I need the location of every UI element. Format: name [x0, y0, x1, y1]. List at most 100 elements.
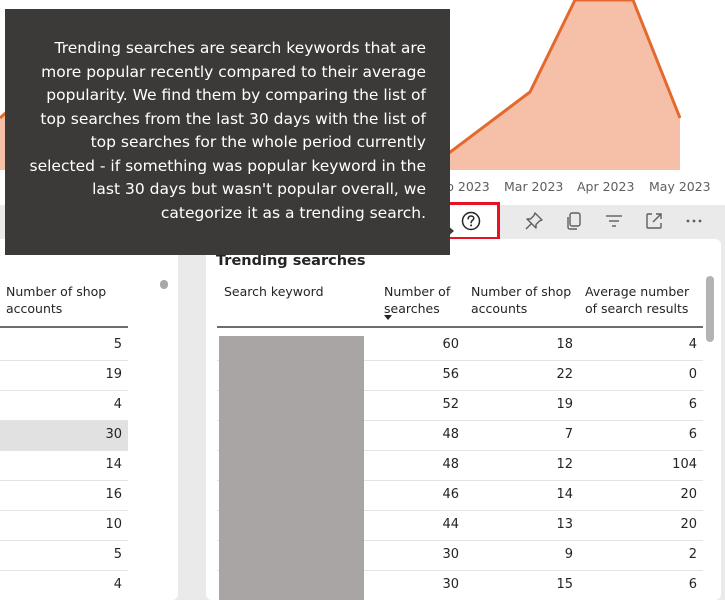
left-table-card: Number of shop accounts 5 19 4 30 14 16 10 5 4: [0, 239, 178, 600]
number-of-shop-accounts-cell-value: 22: [556, 367, 573, 382]
tooltip-pointer: [446, 224, 454, 238]
shop-accounts-cell: 30: [105, 427, 122, 442]
number-of-searches-cell-value: 46: [442, 487, 459, 502]
shop-accounts-cell: 19: [105, 367, 122, 382]
x-tick-partial-left: u: [0, 179, 1, 194]
number-of-searches-cell-value: 52: [442, 397, 459, 412]
table-row[interactable]: 4: [0, 571, 128, 600]
copy-icon: [567, 212, 581, 230]
x-tick-may: May 2023: [649, 179, 711, 194]
number-of-shop-accounts-cell-value: 13: [556, 517, 573, 532]
x-tick-partial: p 2023: [446, 179, 490, 194]
number-of-shop-accounts-cell: 18: [465, 331, 579, 361]
number-of-searches-cell: 48: [372, 451, 465, 481]
table-row[interactable]: 10: [0, 511, 128, 541]
filter-button[interactable]: [594, 205, 634, 237]
number-of-searches-cell-value: 48: [442, 427, 459, 442]
table-row[interactable]: 16: [0, 481, 128, 511]
average-search-results-cell-value: 0: [688, 367, 697, 382]
average-search-results-cell: 6: [579, 391, 703, 421]
number-of-shop-accounts-cell-value: 9: [564, 547, 573, 562]
average-search-results-cell: 0: [579, 361, 703, 391]
average-search-results-cell: 6: [579, 571, 703, 600]
shop-accounts-cell: 4: [113, 577, 122, 592]
column-header-search-keyword[interactable]: Search keyword: [224, 283, 374, 300]
visual-header-toolbar: [442, 202, 714, 240]
number-of-shop-accounts-cell-value: 15: [556, 577, 573, 592]
number-of-searches-cell-value: 44: [442, 517, 459, 532]
number-of-searches-cell-value: 30: [442, 577, 459, 592]
header-divider: [0, 326, 128, 328]
more-options-button[interactable]: [674, 205, 714, 237]
number-of-shop-accounts-cell: 14: [465, 481, 579, 511]
filter-icon: [606, 215, 622, 227]
column-header-shop-accounts[interactable]: Number of shop accounts: [6, 283, 128, 317]
number-of-searches-cell: 56: [372, 361, 465, 391]
number-of-searches-cell-value: 56: [442, 367, 459, 382]
number-of-searches-cell: 46: [372, 481, 465, 511]
number-of-shop-accounts-cell-value: 12: [556, 457, 573, 472]
table-row[interactable]: 5: [0, 331, 128, 361]
x-tick-mar: Mar 2023: [504, 179, 564, 194]
number-of-shop-accounts-cell: 7: [465, 421, 579, 451]
number-of-shop-accounts-cell: 13: [465, 511, 579, 541]
x-tick-apr: Apr 2023: [577, 179, 635, 194]
column-header-number-of-searches[interactable]: Number of searches: [384, 283, 462, 317]
table-row[interactable]: 14: [0, 451, 128, 481]
shop-accounts-cell: 5: [113, 337, 122, 352]
table-row[interactable]: 30: [0, 421, 128, 451]
number-of-shop-accounts-cell: 22: [465, 361, 579, 391]
header-divider: [217, 326, 703, 328]
pin-button[interactable]: [514, 205, 554, 237]
column-header-average-search-results[interactable]: Average number of search results: [585, 283, 695, 317]
copy-visual-button[interactable]: [554, 205, 594, 237]
card-title: Trending searches: [216, 253, 366, 269]
average-search-results-cell-value: 6: [688, 397, 697, 412]
number-of-searches-cell: 60: [372, 331, 465, 361]
number-of-shop-accounts-cell-value: 19: [556, 397, 573, 412]
column-header-number-of-shop-accounts[interactable]: Number of shop accounts: [471, 283, 579, 317]
average-search-results-cell-value: 104: [672, 457, 697, 472]
number-of-shop-accounts-cell-value: 7: [564, 427, 573, 442]
average-search-results-cell-value: 6: [688, 577, 697, 592]
scrollbar-thumb[interactable]: [160, 280, 168, 289]
shop-accounts-cell: 4: [113, 397, 122, 412]
number-of-shop-accounts-cell-value: 14: [556, 487, 573, 502]
tooltip-text: Trending searches are search keywords th…: [29, 39, 426, 222]
number-of-searches-cell: 44: [372, 511, 465, 541]
number-of-searches-cell-value: 60: [442, 337, 459, 352]
vertical-scrollbar[interactable]: [706, 276, 714, 342]
number-of-searches-cell-value: 30: [442, 547, 459, 562]
table-row[interactable]: 5: [0, 541, 128, 571]
shop-accounts-cell: 16: [105, 487, 122, 502]
average-search-results-cell: 20: [579, 481, 703, 511]
sort-descending-icon: [384, 315, 392, 320]
average-search-results-cell-value: 20: [680, 487, 697, 502]
focus-mode-button[interactable]: [634, 205, 674, 237]
number-of-shop-accounts-cell: 12: [465, 451, 579, 481]
trending-searches-card: Trending searches Search keyword Number …: [206, 239, 721, 600]
number-of-shop-accounts-cell: 19: [465, 391, 579, 421]
more-options-icon: [686, 219, 702, 223]
average-search-results-cell-value: 4: [688, 337, 697, 352]
number-of-searches-cell: 48: [372, 421, 465, 451]
number-of-searches-cell-value: 48: [442, 457, 459, 472]
average-search-results-cell-value: 6: [688, 427, 697, 442]
shop-accounts-cell: 10: [105, 517, 122, 532]
shop-accounts-cell: 14: [105, 457, 122, 472]
number-of-searches-cell: 52: [372, 391, 465, 421]
table-row[interactable]: 4: [0, 391, 128, 421]
average-search-results-cell: 2: [579, 541, 703, 571]
number-of-shop-accounts-cell-value: 18: [556, 337, 573, 352]
shop-accounts-cell: 5: [113, 547, 122, 562]
number-of-shop-accounts-cell: 9: [465, 541, 579, 571]
number-of-searches-cell: 30: [372, 571, 465, 600]
help-tooltip: Trending searches are search keywords th…: [5, 9, 450, 255]
number-of-shop-accounts-cell: 15: [465, 571, 579, 600]
average-search-results-cell-value: 2: [688, 547, 697, 562]
average-search-results-cell: 6: [579, 421, 703, 451]
focus-mode-icon: [646, 213, 662, 229]
average-search-results-cell: 104: [579, 451, 703, 481]
average-search-results-cell-value: 20: [680, 517, 697, 532]
table-row[interactable]: 19: [0, 361, 128, 391]
